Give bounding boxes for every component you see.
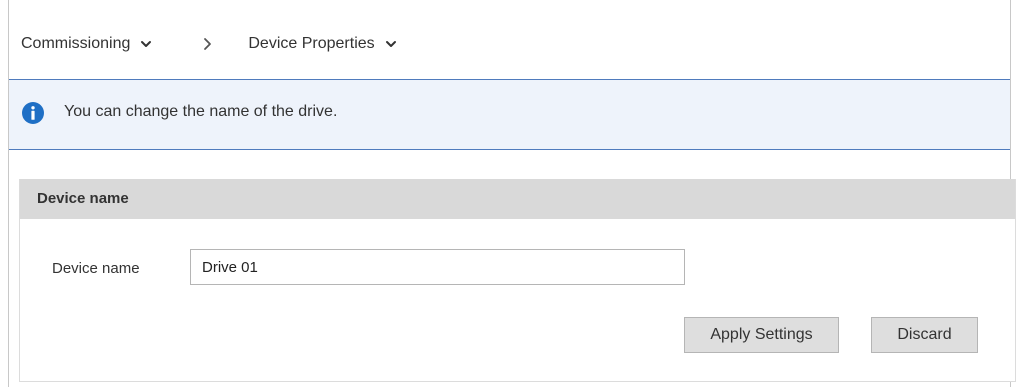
info-message: You can change the name of the drive. — [64, 103, 338, 120]
info-banner: You can change the name of the drive. — [9, 79, 1010, 150]
discard-button[interactable]: Discard — [871, 317, 978, 353]
chevron-right-icon — [204, 38, 212, 50]
breadcrumb-item-commissioning[interactable]: Commissioning — [21, 35, 152, 53]
breadcrumb-label: Device Properties — [248, 35, 375, 52]
chevron-down-icon[interactable] — [140, 38, 152, 50]
breadcrumb-label: Commissioning — [21, 35, 131, 52]
chevron-down-icon[interactable] — [385, 38, 397, 50]
section-title: Device name — [37, 190, 129, 207]
breadcrumb: Commissioning Device Properties — [21, 33, 397, 55]
breadcrumb-item-device-properties[interactable]: Device Properties — [248, 35, 396, 53]
device-name-input[interactable] — [190, 249, 685, 285]
page-frame: Commissioning Device Properties You can … — [8, 0, 1016, 387]
device-name-section: Device name Device name Apply Settings D… — [19, 179, 1016, 382]
device-name-label: Device name — [52, 260, 140, 277]
section-header: Device name — [20, 179, 1015, 219]
info-icon — [22, 102, 44, 124]
apply-settings-button[interactable]: Apply Settings — [684, 317, 839, 353]
